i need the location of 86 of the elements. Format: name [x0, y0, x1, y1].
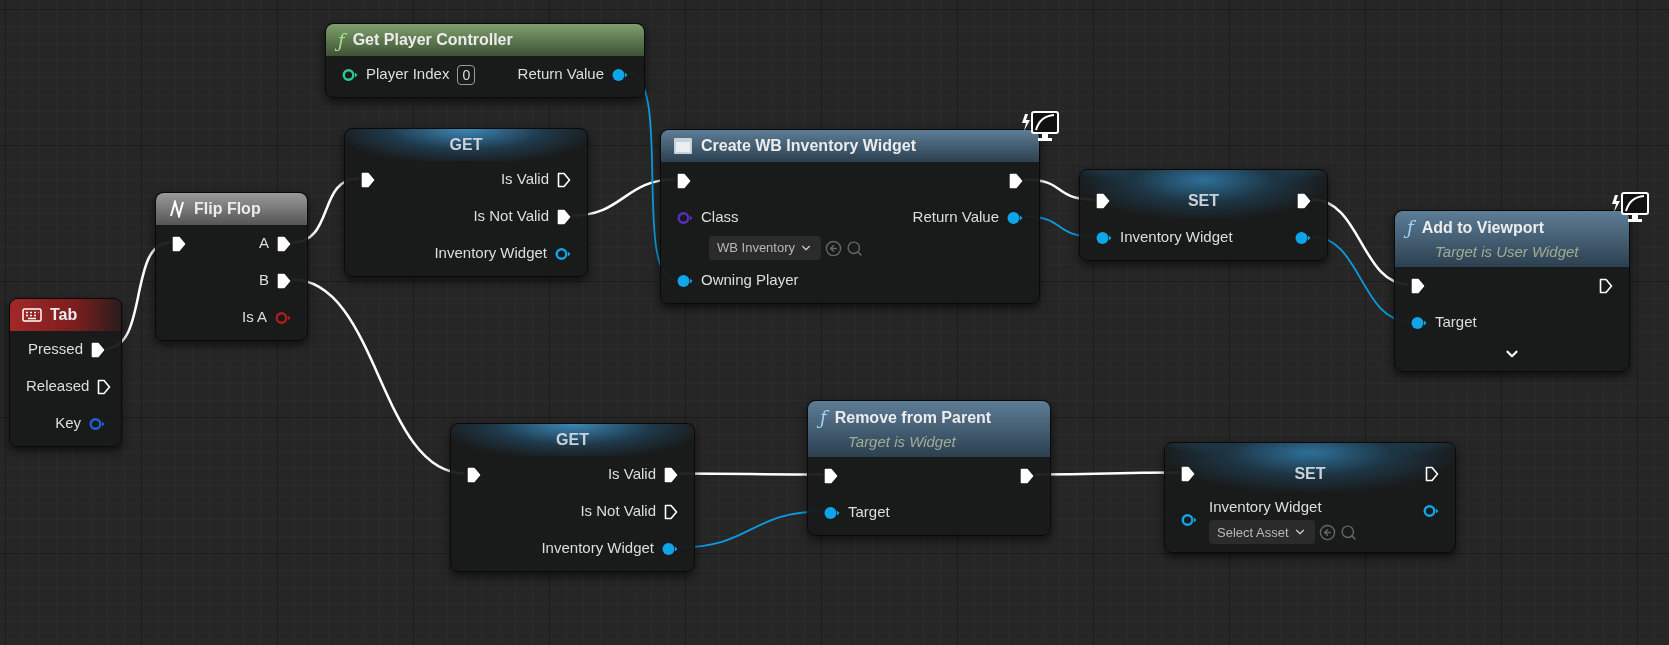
exec-pin[interactable] — [557, 171, 571, 188]
pin-label: Target — [848, 502, 890, 523]
pin-label: Target — [1435, 312, 1477, 333]
graph-node[interactable]: Tab Pressed Released Key — [9, 298, 122, 447]
exec-pin[interactable] — [664, 503, 678, 520]
data-pin[interactable] — [1181, 513, 1197, 527]
data-pin[interactable] — [1295, 230, 1311, 245]
graph-node[interactable]: ƒ Get Player Controller Player Index 0 Return Value — [325, 23, 645, 98]
node-title: SET — [1294, 463, 1326, 484]
search-icon[interactable] — [846, 239, 864, 257]
data-pin[interactable] — [1007, 210, 1023, 225]
exec-pin[interactable] — [557, 208, 571, 225]
exec-pin[interactable] — [1425, 465, 1439, 482]
exec-pin[interactable] — [1599, 277, 1613, 294]
exec-pin[interactable] — [277, 235, 291, 252]
pin-label: Inventory Widget — [1120, 227, 1233, 248]
node-title: Add to Viewport — [1421, 217, 1545, 238]
pin-label: Is Valid — [607, 464, 656, 485]
asset-dropdown[interactable]: Select Asset — [1209, 520, 1315, 545]
pin-label: Inventory Widget — [541, 538, 654, 559]
exec-pin[interactable] — [467, 466, 481, 483]
window-icon — [673, 137, 693, 155]
pin-label: Return Value — [517, 64, 604, 85]
data-pin[interactable] — [555, 246, 571, 261]
graph-node[interactable]: Flip Flop A B Is A — [155, 192, 308, 341]
search-icon[interactable] — [1339, 523, 1357, 541]
node-title: Tab — [50, 305, 78, 325]
exec-pin[interactable] — [1096, 192, 1110, 209]
pin-label: Return Value — [912, 207, 999, 228]
number-field[interactable]: 0 — [457, 64, 476, 85]
exec-pin[interactable] — [277, 272, 291, 289]
pin-label: Player Index — [366, 64, 450, 85]
data-pin[interactable] — [612, 67, 628, 82]
node-title: Create WB Inventory Widget — [701, 136, 916, 156]
data-pin[interactable] — [662, 541, 678, 556]
graph-node[interactable]: ƒ Add to Viewport Target is User Widget Target — [1394, 210, 1630, 372]
keyboard-icon — [22, 308, 42, 322]
pin-label: Class — [701, 207, 739, 228]
data-pin[interactable] — [824, 505, 840, 520]
pin-label: Released — [26, 376, 90, 397]
graph-node[interactable]: GET Is Valid Is Not Valid Inventory Widget — [344, 128, 588, 277]
exec-pin[interactable] — [1020, 467, 1034, 484]
node-title: Get Player Controller — [352, 30, 513, 50]
macro-icon — [168, 200, 186, 218]
use-selected-icon[interactable] — [1318, 523, 1336, 541]
data-pin[interactable] — [1096, 230, 1112, 245]
pin-label: Owning Player — [701, 270, 799, 291]
exec-pin[interactable] — [361, 171, 375, 188]
exec-pin[interactable] — [677, 172, 691, 189]
node-title: Remove from Parent — [834, 407, 992, 428]
node-title: SET — [1187, 190, 1220, 211]
use-selected-icon[interactable] — [825, 239, 843, 257]
graph-node[interactable]: GET Is Valid Is Not Valid Inventory Widget — [450, 423, 695, 572]
graph-node[interactable]: SET Inventory Widget Select Asset — [1164, 442, 1456, 553]
data-pin[interactable] — [1411, 315, 1427, 330]
exec-pin[interactable] — [1181, 465, 1195, 482]
pin-label: A — [259, 233, 269, 254]
exec-pin[interactable] — [664, 466, 678, 483]
node-title: GET — [449, 135, 483, 155]
exec-pin[interactable] — [97, 378, 112, 395]
graph-node[interactable]: SET Inventory Widget — [1079, 169, 1328, 261]
pin-label: B — [259, 270, 269, 291]
pin-label: Is Not Valid — [580, 501, 656, 522]
node-title: GET — [556, 430, 589, 450]
graph-node[interactable]: Create WB Inventory Widget Class WB Inventory Return Value Owning Player — [660, 129, 1040, 304]
pin-label: Inventory Widget — [434, 243, 547, 264]
pin-label: Inventory Widget — [1209, 496, 1323, 517]
node-subtitle: Target is Widget — [847, 432, 957, 453]
pin-label: Is Not Valid — [473, 206, 549, 227]
data-pin[interactable] — [677, 273, 693, 288]
asset-dropdown[interactable]: WB Inventory — [709, 236, 822, 260]
node-subtitle: Target is User Widget — [1434, 242, 1580, 263]
pin-label: Is A — [242, 307, 267, 328]
exec-pin[interactable] — [91, 341, 105, 358]
exec-pin[interactable] — [1411, 277, 1425, 294]
node-title: Flip Flop — [194, 199, 261, 219]
pin-label: Key — [55, 413, 81, 434]
data-pin[interactable] — [342, 67, 358, 82]
exec-pin[interactable] — [1297, 192, 1311, 209]
graph-node[interactable]: ƒ Remove from Parent Target is Widget Target — [807, 400, 1051, 536]
pin-label: Pressed — [27, 339, 83, 360]
pin-label: Is Valid — [500, 169, 549, 190]
data-pin[interactable] — [1423, 503, 1439, 518]
exec-pin[interactable] — [824, 467, 838, 484]
exec-pin[interactable] — [1009, 172, 1023, 189]
exec-pin[interactable] — [172, 235, 186, 252]
